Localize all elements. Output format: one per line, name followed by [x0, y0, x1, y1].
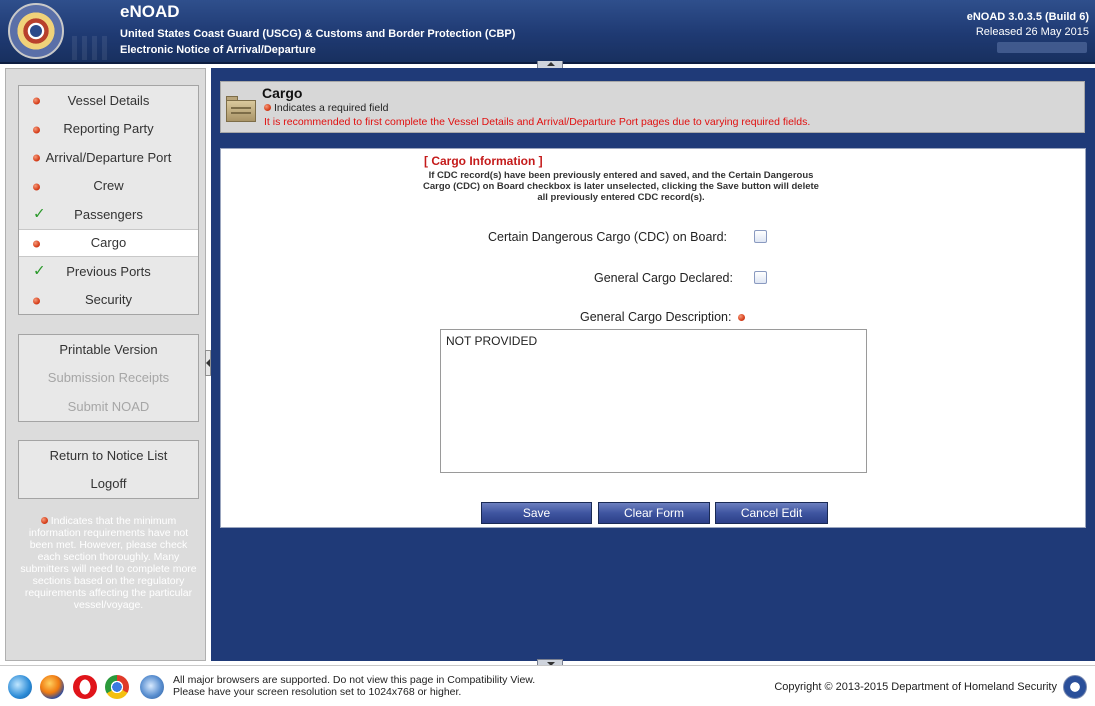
copyright-text: Copyright © 2013-2015 Department of Home… [774, 681, 1057, 693]
requirements-legend: Indicates that the minimum information r… [18, 515, 199, 611]
sidebar: Vessel Details Reporting Party Arrival/D… [5, 68, 206, 661]
checkmark-icon: ✓ [33, 205, 46, 223]
cdc-label: Certain Dangerous Cargo (CDC) on Board: [488, 230, 727, 244]
browser-support-note: All major browsers are supported. Do not… [173, 674, 536, 698]
page-title: Cargo [262, 85, 303, 101]
cdc-checkbox[interactable] [754, 230, 767, 243]
clear-form-button[interactable]: Clear Form [598, 502, 710, 524]
sidebar-item-label: Security [85, 292, 132, 308]
general-cargo-declared-checkbox[interactable] [754, 271, 767, 284]
chrome-icon [105, 675, 129, 699]
version-label: eNOAD 3.0.3.5 (Build 6) [966, 11, 1089, 23]
return-to-notice-list-link[interactable]: Return to Notice List [19, 441, 198, 470]
logoff-link[interactable]: Logoff [19, 470, 198, 499]
footer: All major browsers are supported. Do not… [0, 665, 1095, 706]
release-date: Released 26 May 2015 [975, 26, 1089, 38]
required-dot-icon [33, 150, 40, 165]
dhs-seal-icon [1063, 675, 1087, 699]
sidebar-item-label: Cargo [90, 235, 127, 251]
main-content: Cargo Indicates a required field It is r… [211, 68, 1095, 661]
sidebar-item-arrival-departure-port[interactable]: Arrival/Departure Port [19, 143, 198, 172]
sidebar-item-label: Previous Ports [66, 263, 151, 279]
app-subtitle-2: Electronic Notice of Arrival/Departure [120, 44, 316, 56]
sidebar-item-passengers[interactable]: ✓ Passengers [19, 200, 198, 229]
app-header: eNOAD United States Coast Guard (USCG) &… [0, 0, 1095, 64]
checkmark-icon: ✓ [33, 262, 46, 280]
opera-icon [73, 675, 97, 699]
printable-version-link[interactable]: Printable Version [19, 335, 198, 364]
general-cargo-description-label: General Cargo Description: [580, 310, 745, 324]
required-dot-icon [33, 121, 40, 136]
section-nav: Vessel Details Reporting Party Arrival/D… [18, 85, 199, 315]
sidebar-item-label: Reporting Party [63, 121, 154, 137]
cdc-note: If CDC record(s) have been previously en… [423, 170, 819, 203]
required-field-note: Indicates a required field [264, 102, 388, 114]
safari-icon [8, 675, 32, 699]
sidebar-item-vessel-details[interactable]: Vessel Details [19, 86, 198, 115]
sidebar-item-label: Crew [93, 178, 124, 194]
required-dot-icon [33, 178, 40, 193]
app-subtitle: United States Coast Guard (USCG) & Custo… [120, 28, 516, 40]
sidebar-item-label: Passengers [74, 206, 143, 222]
sidebar-item-security[interactable]: Security [19, 286, 198, 315]
folder-icon [226, 96, 256, 122]
sidebar-item-reporting-party[interactable]: Reporting Party [19, 115, 198, 144]
save-button[interactable]: Save [481, 502, 592, 524]
cancel-edit-button[interactable]: Cancel Edit [715, 502, 828, 524]
uscg-seal-icon [8, 3, 64, 59]
warning-message: It is recommended to first complete the … [264, 116, 811, 128]
required-dot-icon [264, 104, 271, 111]
cargo-form: [ Cargo Information ] If CDC record(s) h… [220, 148, 1086, 528]
user-name-redacted [997, 42, 1087, 53]
actions-box: Printable Version Submission Receipts Su… [18, 334, 199, 422]
legend-text: Indicates that the minimum information r… [20, 515, 197, 611]
flag-decoration [72, 36, 112, 60]
required-dot-icon [737, 314, 745, 321]
submission-receipts-link[interactable]: Submission Receipts [19, 364, 198, 393]
sidebar-item-previous-ports[interactable]: ✓ Previous Ports [19, 257, 198, 286]
app-title: eNOAD [120, 2, 180, 21]
general-cargo-declared-label: General Cargo Declared: [594, 271, 733, 285]
general-cargo-description-input[interactable]: NOT PROVIDED [440, 329, 867, 473]
sidebar-item-cargo[interactable]: Cargo [19, 228, 198, 257]
firefox-icon [40, 675, 64, 699]
page-header: Cargo Indicates a required field It is r… [220, 81, 1085, 133]
section-title: [ Cargo Information ] [424, 154, 543, 168]
required-dot-icon [33, 292, 40, 307]
sidebar-item-label: Arrival/Departure Port [45, 149, 172, 165]
account-box: Return to Notice List Logoff [18, 440, 199, 499]
sidebar-item-crew[interactable]: Crew [19, 172, 198, 201]
required-dot-icon [40, 517, 48, 524]
sidebar-item-label: Vessel Details [67, 92, 150, 108]
required-dot-icon [33, 93, 40, 108]
submit-noad-link[interactable]: Submit NOAD [19, 392, 198, 421]
required-dot-icon [33, 235, 40, 250]
ie-icon [140, 675, 164, 699]
